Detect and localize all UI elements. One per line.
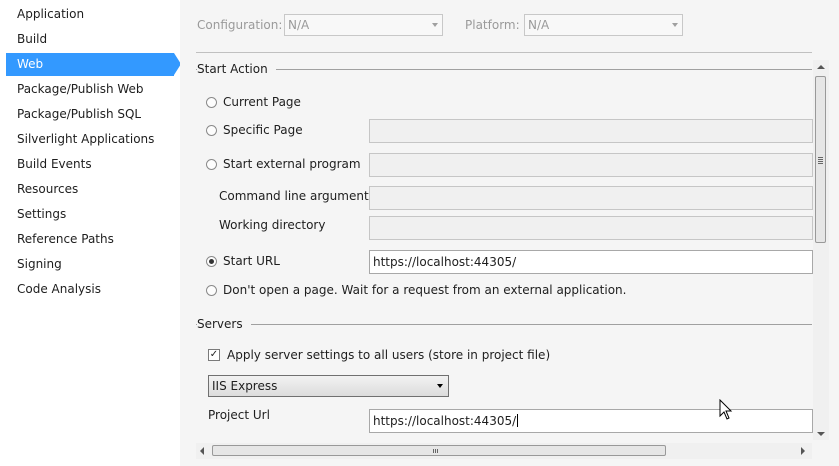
grip-line	[818, 161, 823, 162]
server-type-select[interactable]: IIS Express	[208, 375, 449, 397]
sidebar-item-resources[interactable]: Resources	[6, 178, 174, 201]
apply-all-users-checkbox[interactable]: ✓	[208, 349, 220, 361]
current-page-label[interactable]: Current Page	[223, 95, 301, 109]
servers-rule	[196, 324, 812, 325]
sidebar-item-build-events[interactable]: Build Events	[6, 153, 174, 176]
scroll-left-arrow-icon[interactable]	[200, 447, 204, 455]
command-line-arguments-input[interactable]	[369, 186, 813, 210]
configuration-label: Configuration:	[197, 18, 283, 32]
dont-open-page-label[interactable]: Don't open a page. Wait for a request fr…	[223, 283, 626, 297]
sidebar-item-package-publish-web[interactable]: Package/Publish Web	[6, 78, 174, 101]
horizontal-scroll-thumb[interactable]	[212, 445, 666, 456]
sidebar-item-label: Web	[17, 57, 44, 71]
grip-line	[435, 449, 436, 453]
start-external-program-label[interactable]: Start external program	[223, 157, 361, 171]
text-caret	[517, 414, 519, 427]
servers-title: Servers	[197, 317, 251, 331]
sidebar-item-reference-paths[interactable]: Reference Paths	[6, 228, 174, 251]
mouse-cursor-icon	[719, 399, 733, 420]
scroll-up-arrow-icon[interactable]	[817, 65, 825, 69]
grip-line	[818, 159, 823, 160]
specific-page-input[interactable]	[369, 119, 813, 143]
start-url-input[interactable]: https://localhost:44305/	[369, 250, 813, 274]
project-url-value: https://localhost:44305/	[373, 414, 517, 428]
sidebar: Application Build Web Package/Publish We…	[0, 0, 181, 466]
platform-select[interactable]: N/A	[524, 14, 683, 36]
specific-page-label[interactable]: Specific Page	[223, 123, 303, 137]
platform-value: N/A	[528, 18, 550, 32]
scroll-down-arrow-icon[interactable]	[817, 432, 825, 436]
working-directory-label: Working directory	[219, 218, 326, 232]
grip-line	[437, 449, 438, 453]
sidebar-item-web[interactable]: Web	[6, 53, 181, 76]
start-url-label[interactable]: Start URL	[223, 254, 280, 268]
grip-line	[818, 163, 823, 164]
command-line-arguments-label: Command line arguments	[219, 189, 375, 203]
start-action-rule	[196, 69, 812, 70]
current-page-radio[interactable]	[206, 97, 217, 108]
sidebar-item-signing[interactable]: Signing	[6, 253, 174, 276]
vertical-scroll-thumb[interactable]	[815, 76, 826, 243]
project-url-input[interactable]: https://localhost:44305/	[369, 409, 813, 433]
configuration-value: N/A	[288, 18, 310, 32]
scroll-right-arrow-icon[interactable]	[801, 447, 805, 455]
working-directory-input[interactable]	[369, 216, 813, 240]
specific-page-radio[interactable]	[206, 125, 217, 136]
chevron-down-icon	[672, 23, 678, 27]
server-type-value: IIS Express	[212, 379, 278, 393]
vertical-scrollbar[interactable]	[813, 60, 829, 440]
sidebar-item-application[interactable]: Application	[6, 3, 174, 26]
chevron-down-icon	[432, 23, 438, 27]
dont-open-page-radio[interactable]	[206, 285, 217, 296]
start-action-title: Start Action	[197, 62, 276, 76]
start-url-radio[interactable]	[206, 256, 217, 267]
chevron-down-icon	[437, 384, 443, 388]
grip-line	[818, 157, 823, 158]
start-url-value: https://localhost:44305/	[373, 255, 517, 269]
grip-line	[433, 449, 434, 453]
sidebar-item-build[interactable]: Build	[6, 28, 174, 51]
sidebar-item-code-analysis[interactable]: Code Analysis	[6, 278, 174, 301]
platform-label: Platform:	[465, 18, 520, 32]
sidebar-item-package-publish-sql[interactable]: Package/Publish SQL	[6, 103, 174, 126]
divider	[196, 52, 812, 53]
project-url-text: https://localhost:44305/	[373, 414, 519, 428]
start-external-program-radio[interactable]	[206, 159, 217, 170]
sidebar-item-silverlight-applications[interactable]: Silverlight Applications	[6, 128, 174, 151]
configuration-select[interactable]: N/A	[284, 14, 443, 36]
project-url-label: Project Url	[208, 408, 270, 422]
apply-all-users-label[interactable]: Apply server settings to all users (stor…	[227, 348, 550, 362]
horizontal-scrollbar[interactable]	[196, 443, 812, 459]
external-program-input[interactable]	[369, 153, 813, 177]
sidebar-item-settings[interactable]: Settings	[6, 203, 174, 226]
